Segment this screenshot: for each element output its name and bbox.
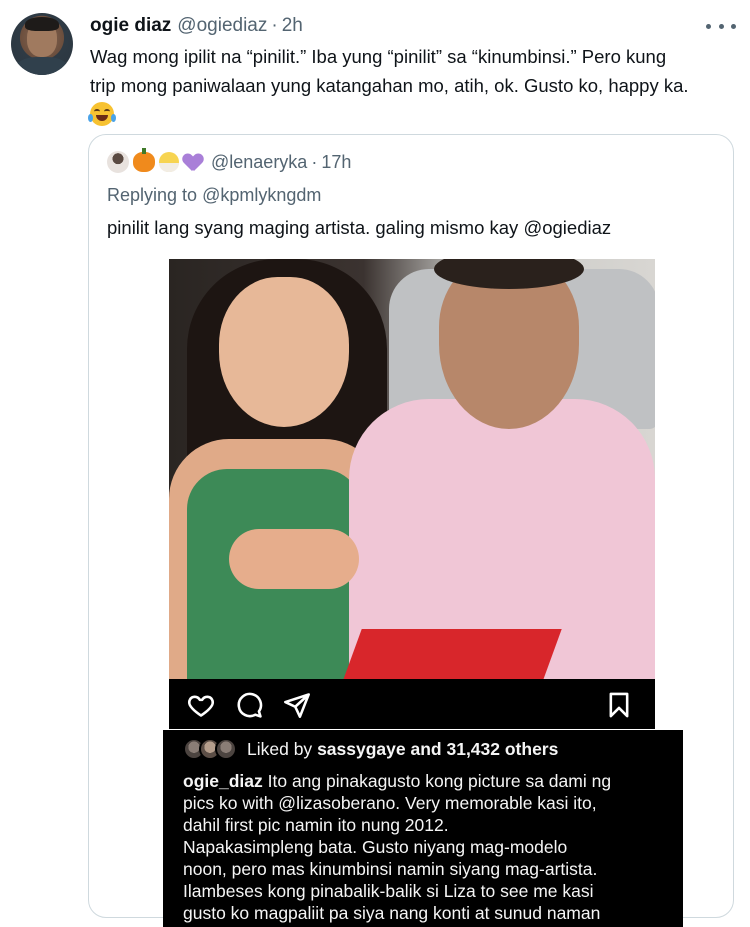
liked-by-avatars: [183, 738, 239, 760]
photo-person-face: [219, 277, 349, 427]
dot: [706, 23, 711, 29]
replying-to-line: Replying to @kpmlykngdm: [107, 185, 321, 206]
dot: [718, 23, 724, 29]
caption-line: Napakasimpleng bata. Gusto niyang mag-mo…: [183, 837, 568, 857]
quoted-author-avatar: [107, 151, 129, 173]
caption-line: Ito ang pinakagusto kong picture sa dami…: [267, 771, 612, 791]
avatar: [215, 738, 237, 760]
chick-emoji-icon: [159, 152, 179, 172]
liked-by-prefix: Liked by: [247, 738, 313, 759]
purple-heart-emoji-icon: [183, 152, 203, 172]
tweet-header: ogie diaz @ogiediaz · 2h: [90, 14, 303, 38]
author-handle[interactable]: @ogiediaz: [177, 15, 267, 37]
comment-icon[interactable]: [235, 691, 263, 719]
instagram-caption-panel: Liked by sassygaye and 31,432 others ogi…: [163, 730, 683, 927]
quoted-tweet-text: pinilit lang syang maging artista. galin…: [107, 217, 612, 238]
quoted-tweet-timestamp: 17h: [321, 151, 352, 172]
share-icon[interactable]: [283, 691, 311, 719]
liked-by-row: Liked by sassygaye and 31,432 others: [183, 736, 558, 762]
quoted-tweet-header: @lenaeryka · 17h: [107, 148, 352, 175]
caption-line: gusto ko magpaliit pa siya nang konti at…: [183, 903, 601, 923]
replying-to-mention[interactable]: @kpmlykngdm: [202, 185, 321, 205]
liked-by-user[interactable]: sassygaye: [317, 739, 406, 760]
laughing-emoji-icon: [88, 102, 116, 126]
caption-line: noon, pero mas kinumbinsi namin siyang m…: [183, 859, 598, 879]
instagram-caption: ogie_diaz Ito ang pinakagusto kong pictu…: [183, 770, 683, 924]
caption-line: pics ko with @lizasoberano. Very memorab…: [183, 793, 597, 813]
caption-line: dahil first pic namin ito nung 2012.: [183, 815, 449, 835]
caption-username[interactable]: ogie_diaz: [183, 771, 263, 791]
heart-icon[interactable]: [187, 691, 215, 719]
pumpkin-emoji-icon: [133, 148, 155, 172]
avatar-hair: [25, 17, 59, 31]
more-options-icon[interactable]: [706, 16, 736, 36]
caption-line: Ilambeses kong pinabalik-balik si Liza t…: [183, 881, 594, 901]
photo-hands: [229, 529, 359, 589]
author-display-name[interactable]: ogie diaz: [90, 15, 171, 37]
instagram-action-bar: [169, 679, 655, 729]
replying-to-label: Replying to: [107, 185, 198, 205]
quoted-header-separator: ·: [311, 151, 318, 172]
dot: [731, 23, 736, 29]
header-separator: ·: [271, 15, 278, 36]
avatar-shirt: [15, 57, 69, 75]
liked-by-count[interactable]: and 31,432 others: [411, 739, 559, 760]
tweet-text: Wag mong ipilit na “pinilit.” Iba yung “…: [88, 42, 735, 134]
tweet-timestamp[interactable]: 2h: [282, 15, 303, 37]
quoted-author-handle: @lenaeryka: [211, 151, 308, 172]
author-avatar[interactable]: [11, 13, 73, 75]
quoted-photo[interactable]: [169, 259, 655, 679]
photo-red-folder: [336, 629, 562, 679]
tweet-text-line: trip mong paniwalaan yung katangahan mo,…: [90, 75, 689, 96]
tweet-text-line: Wag mong ipilit na “pinilit.” Iba yung “…: [90, 46, 667, 67]
bookmark-icon[interactable]: [605, 691, 633, 719]
